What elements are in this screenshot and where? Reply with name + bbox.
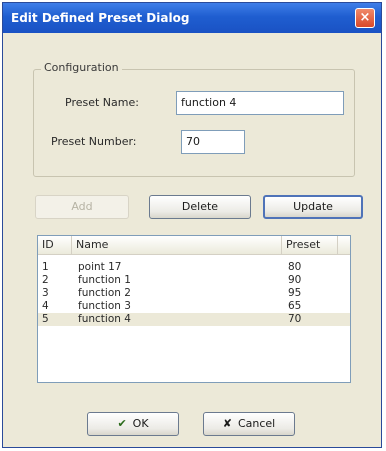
- row-name: function 3: [78, 300, 131, 312]
- row-preset: 65: [288, 300, 302, 312]
- close-button[interactable]: ×: [355, 8, 375, 28]
- row-name: function 2: [78, 287, 131, 299]
- row-id: 2: [42, 274, 49, 286]
- preset-name-input[interactable]: function 4: [176, 91, 344, 115]
- preset-list[interactable]: ID Name Preset 1 point 17 80 2 function …: [37, 235, 351, 383]
- table-row[interactable]: 2 function 1 90: [38, 274, 350, 287]
- ok-button[interactable]: ✔ OK: [87, 412, 179, 436]
- title-bar[interactable]: Edit Defined Preset Dialog ×: [3, 3, 381, 33]
- row-name: function 4: [78, 313, 131, 325]
- column-header-name[interactable]: Name: [72, 236, 282, 254]
- row-name: function 1: [78, 274, 131, 286]
- list-header: ID Name Preset: [38, 236, 350, 255]
- dialog-window: Edit Defined Preset Dialog × Configurati…: [2, 2, 382, 448]
- row-name: point 17: [78, 261, 122, 273]
- row-id: 1: [42, 261, 49, 273]
- row-id: 4: [42, 300, 49, 312]
- row-id: 5: [42, 313, 49, 325]
- preset-name-label: Preset Name:: [65, 96, 139, 109]
- table-row[interactable]: 1 point 17 80: [38, 261, 350, 274]
- table-row-selected[interactable]: 5 function 4 70: [38, 313, 350, 326]
- update-button[interactable]: Update: [263, 195, 363, 219]
- configuration-group-label: Configuration: [41, 61, 122, 74]
- column-header-preset[interactable]: Preset: [282, 236, 338, 254]
- row-preset: 90: [288, 274, 302, 286]
- checkmark-icon: ✔: [117, 417, 127, 430]
- table-row[interactable]: 3 function 2 95: [38, 287, 350, 300]
- column-header-id[interactable]: ID: [38, 236, 72, 254]
- delete-button[interactable]: Delete: [149, 195, 251, 219]
- preset-number-label: Preset Number:: [51, 135, 137, 148]
- row-preset: 80: [288, 261, 302, 273]
- window-title: Edit Defined Preset Dialog: [11, 11, 190, 25]
- ok-button-label: OK: [132, 417, 149, 430]
- add-button[interactable]: Add: [35, 195, 129, 219]
- cancel-button[interactable]: ✘ Cancel: [203, 412, 295, 436]
- x-icon: ✘: [222, 417, 232, 430]
- row-id: 3: [42, 287, 49, 299]
- row-preset: 95: [288, 287, 302, 299]
- close-icon: ×: [359, 10, 371, 25]
- cancel-button-label: Cancel: [237, 417, 276, 430]
- preset-number-input[interactable]: 70: [181, 130, 245, 154]
- row-preset: 70: [288, 313, 302, 325]
- configuration-group: [33, 69, 355, 177]
- table-row[interactable]: 4 function 3 65: [38, 300, 350, 313]
